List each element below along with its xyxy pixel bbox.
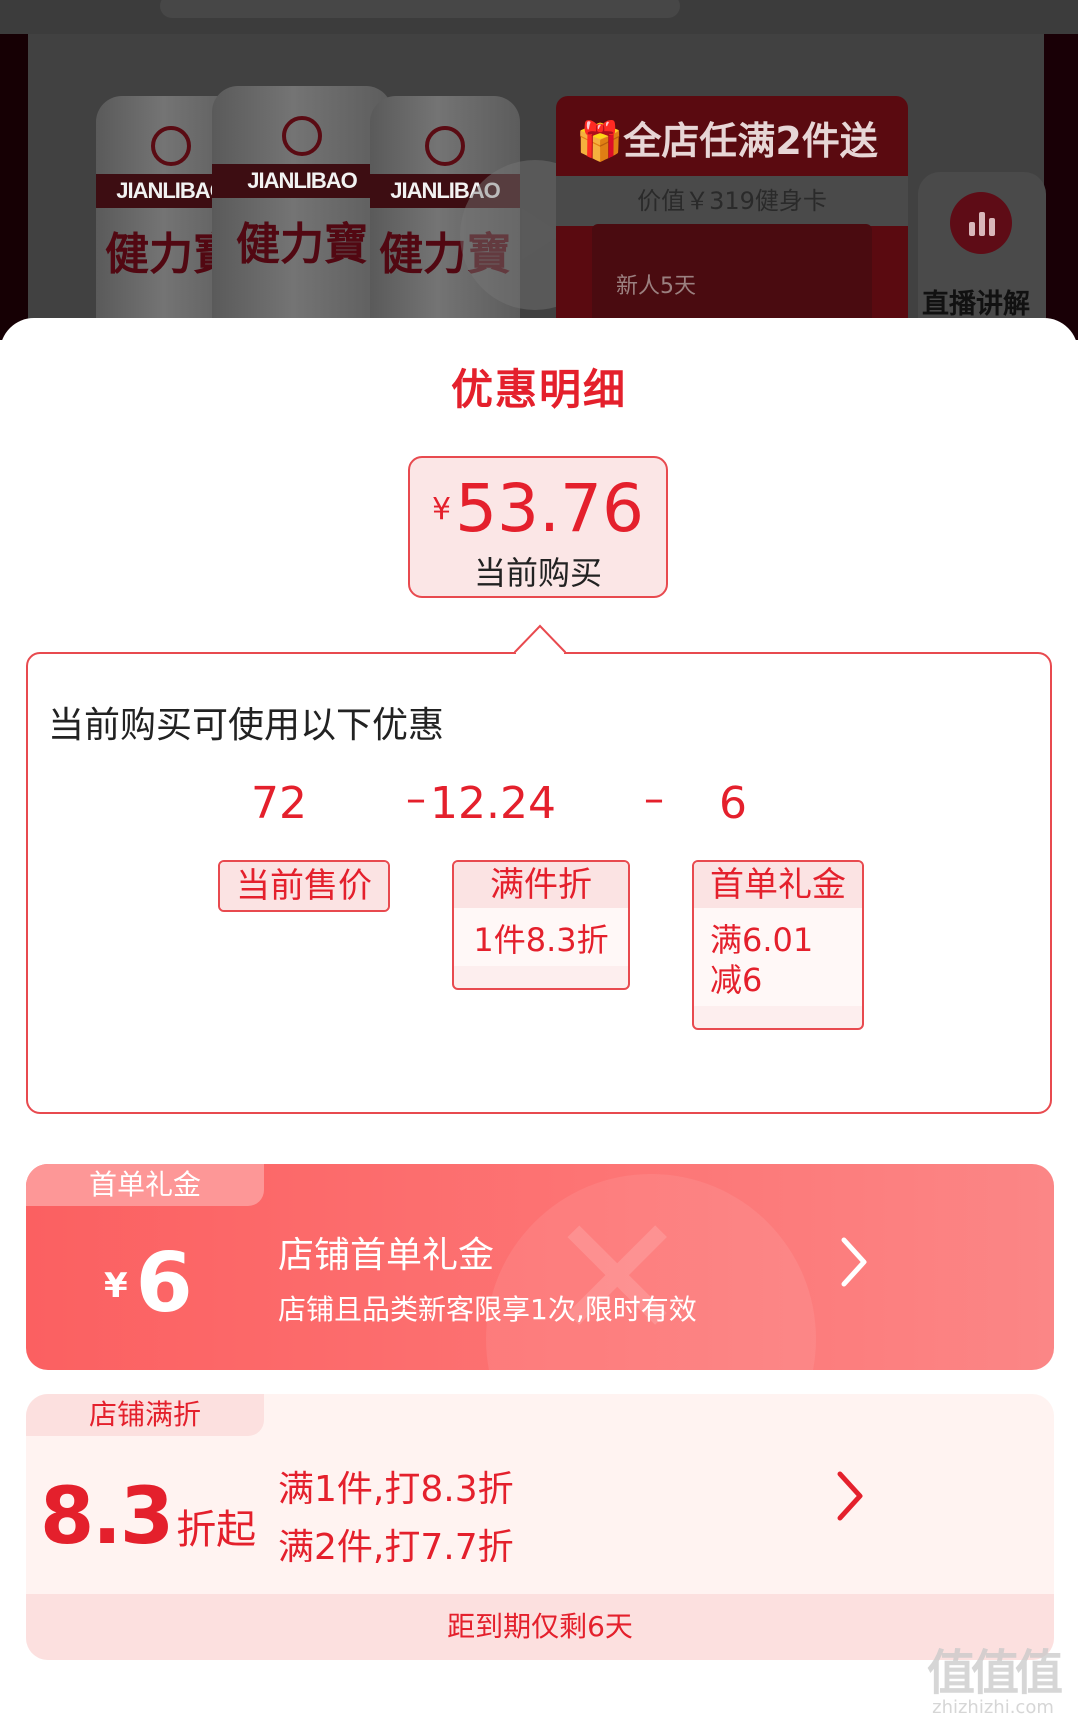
- promo-title: 全店任满2件送: [623, 119, 878, 163]
- coupon-amount: ¥6: [104, 1236, 193, 1331]
- first-order-value: 6: [719, 778, 747, 829]
- coupon-amount-suffix: 折起: [176, 1507, 257, 1553]
- promo-banner: 🎁全店任满2件送 价值￥319健身卡 新人5天: [556, 96, 908, 340]
- right-edge: [1044, 34, 1078, 340]
- can-logo: [425, 126, 465, 166]
- discount-detail-sheet: 优惠明细 ¥53.76 当前购买 当前购买可使用以下优惠 72 – 12.24 …: [0, 318, 1078, 1724]
- site-watermark: 值值值 zhizhizhi.com: [918, 1648, 1068, 1718]
- tag-detail-line: 满6.01: [710, 921, 814, 959]
- full-discount-value: 12.24: [430, 778, 556, 829]
- product-page-background: JIANLIBAO 健力寶 JIANLIBAO 健力寶 JIANLIBAO 健力…: [0, 0, 1078, 340]
- can-logo: [151, 126, 191, 166]
- gift-icon: 🎁: [576, 119, 624, 163]
- first-order-coupon[interactable]: ✕ 首单礼金 ¥6 店铺首单礼金 店铺且品类新客限享1次,限时有效: [26, 1164, 1054, 1370]
- can-logo: [282, 116, 322, 156]
- tag-detail: 1件8.3折: [454, 908, 628, 966]
- tag-label: 首单礼金: [694, 862, 862, 908]
- product-can: JIANLIBAO 健力寶: [212, 86, 392, 340]
- live-bars-icon: [969, 210, 995, 236]
- promo-title-row: 🎁全店任满2件送: [576, 110, 878, 165]
- currency-symbol: ¥: [104, 1266, 128, 1306]
- coupon-title: 店铺首单礼金: [278, 1235, 495, 1276]
- panel-title: 当前购买可使用以下优惠: [48, 705, 445, 746]
- tag-label: 满件折: [454, 862, 628, 908]
- chevron-right-icon[interactable]: [834, 1232, 874, 1292]
- original-price-value: 72: [251, 778, 307, 829]
- left-edge: [0, 34, 28, 340]
- coupon-amount-value: 8.3: [40, 1472, 174, 1562]
- watermark-url: zhizhizhi.com: [932, 1697, 1054, 1718]
- tag-label: 当前售价: [220, 862, 388, 910]
- top-bar: [0, 0, 1078, 34]
- panel-pointer: [514, 624, 566, 672]
- tag-detail: 满6.01 减6: [694, 908, 862, 1006]
- coupon-amount-value: 6: [135, 1236, 193, 1331]
- first-order-tag: 首单礼金 满6.01 减6: [692, 860, 864, 1030]
- full-discount-tag: 满件折 1件8.3折: [452, 860, 630, 990]
- current-price-box: ¥53.76 当前购买: [408, 456, 668, 598]
- original-price-tag: 当前售价: [218, 860, 390, 912]
- current-price: ¥53.76: [410, 470, 666, 547]
- store-discount-coupon[interactable]: 店铺满折 8.3 折起 满1件,打8.3折 满2件,打7.7折 距到期仅剩6天: [26, 1394, 1054, 1660]
- chevron-right-icon[interactable]: [830, 1466, 870, 1526]
- live-explain-label: 直播讲解: [922, 289, 1030, 320]
- coupon-rule: 满2件,打7.7折: [278, 1527, 514, 1568]
- search-pill: [160, 0, 680, 18]
- promo-card-text: 新人5天: [616, 274, 696, 299]
- currency-symbol: ¥: [431, 492, 452, 527]
- tag-detail-line: 减6: [710, 961, 763, 999]
- coupon-badge: 首单礼金: [26, 1164, 264, 1206]
- watermark-glyphs: 值值值: [926, 1645, 1063, 1701]
- coupon-amount: 8.3 折起: [40, 1472, 256, 1562]
- coupon-decoration-mark: ✕: [546, 1180, 689, 1370]
- can-brand: JIANLIBAO: [212, 164, 392, 198]
- can-chars: 健力寶: [236, 219, 368, 270]
- sheet-title: 优惠明细: [450, 365, 627, 414]
- discount-breakdown-panel: 当前购买可使用以下优惠 72 – 12.24 – 6 当前售价 满件折 1件8.…: [26, 652, 1052, 1114]
- coupon-expiry: 距到期仅剩6天: [26, 1594, 1054, 1660]
- live-explain-button[interactable]: 直播讲解: [918, 172, 1046, 340]
- coupon-badge: 店铺满折: [26, 1394, 264, 1436]
- price-label: 当前购买: [473, 554, 602, 592]
- promo-subtitle: 价值￥319健身卡: [556, 176, 908, 226]
- price-value: 53.76: [455, 470, 645, 547]
- coupon-rule: 满1件,打8.3折: [278, 1469, 514, 1510]
- coupon-description: 店铺且品类新客限享1次,限时有效: [278, 1293, 697, 1326]
